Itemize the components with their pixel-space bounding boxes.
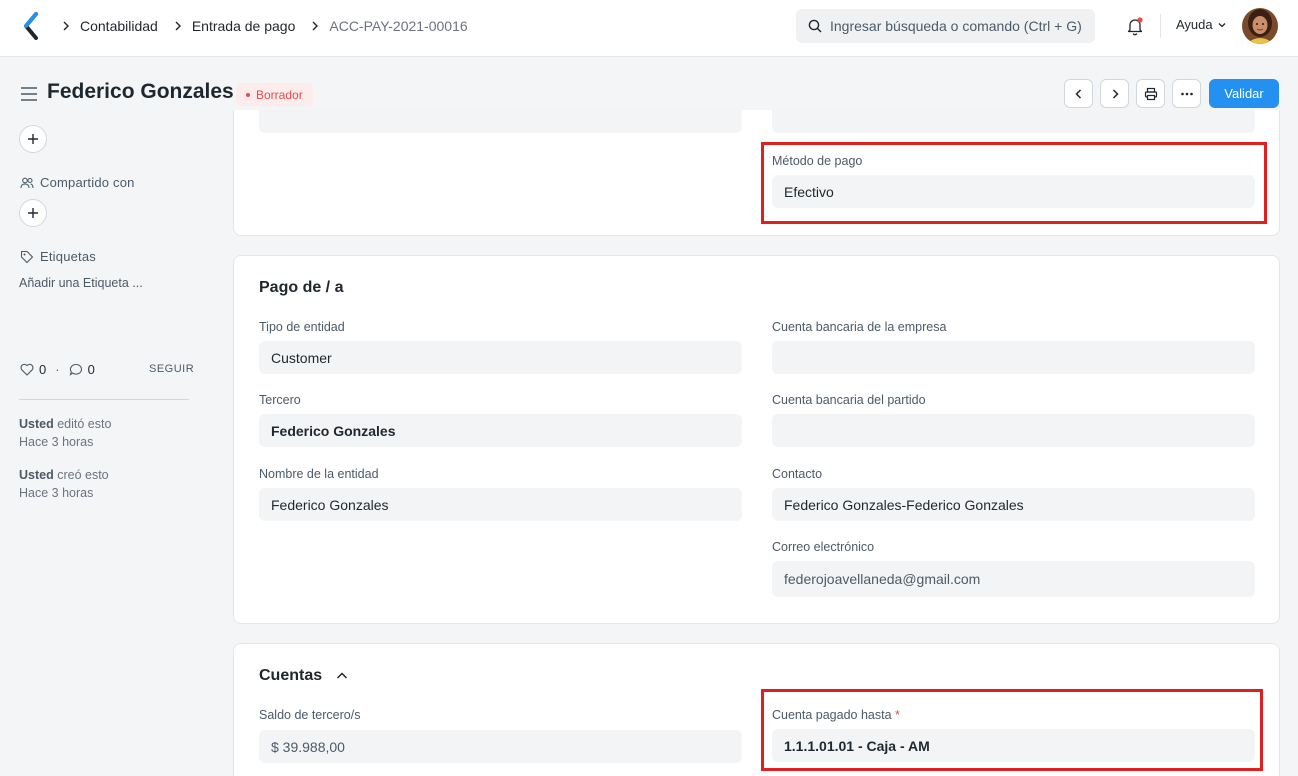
party-balance-field[interactable]: $ 39.988,00 [259,730,742,763]
tags-section: Etiquetas [20,249,96,264]
accounts-section-header[interactable]: Cuentas [259,667,348,685]
contact-label: Contacto [772,467,823,481]
engagement-counts: 0 · 0 [20,362,95,377]
breadcrumb: Contabilidad Entrada de pago ACC-PAY-202… [58,0,480,52]
breadcrumb-item[interactable]: Entrada de pago [170,18,308,34]
chevron-right-icon [312,21,319,31]
breadcrumb-item: ACC-PAY-2021-00016 [307,18,479,34]
tags-label: Etiquetas [40,249,97,264]
comments-count: 0 [87,362,95,377]
status-badge: Borrador [236,83,313,106]
scrolled-field-left[interactable] [259,110,742,133]
scrolled-field-right[interactable] [772,110,1255,133]
party-name-label: Nombre de la entidad [259,467,379,481]
help-dropdown[interactable]: Ayuda [1176,17,1227,32]
activity-time: Hace 3 horas [19,435,94,449]
search-placeholder: Ingresar búsqueda o comando (Ctrl + G) [830,18,1082,34]
follow-button[interactable]: SEGUIR [149,363,194,375]
add-share-button[interactable] [19,199,47,227]
activity-action: editó esto [57,417,112,431]
ellipsis-icon [1180,92,1193,95]
section-title: Pago de / a [259,279,344,296]
party-bank-account-label: Cuenta bancaria del partido [772,393,926,407]
help-label: Ayuda [1176,17,1213,32]
highlight-box [761,689,1263,771]
party-label: Tercero [259,393,301,407]
sidebar-divider [19,399,189,400]
chevron-right-icon [1112,88,1119,99]
shared-with-label: Compartido con [40,175,135,190]
user-avatar-icon [1242,8,1278,44]
navbar: Contabilidad Entrada de pago ACC-PAY-202… [0,0,1298,57]
search-input[interactable]: Ingresar búsqueda o comando (Ctrl + G) [796,9,1095,43]
heart-icon[interactable] [20,363,34,376]
counts-separator: · [55,362,60,377]
chevron-up-icon[interactable] [336,671,348,681]
activity-action: creó esto [57,468,109,482]
party-field[interactable]: Federico Gonzales [259,414,742,447]
email-label: Correo electrónico [772,540,875,554]
company-bank-account-field[interactable] [772,341,1255,374]
search-icon [808,19,822,33]
next-doc-button[interactable] [1100,79,1129,108]
activity-time: Hace 3 horas [19,486,94,500]
party-type-field[interactable]: Customer [259,341,742,374]
activity-user: Usted [19,468,54,482]
activity-item: Usted editó esto Hace 3 horas [19,415,111,451]
status-dot [246,92,250,97]
plus-icon [28,208,38,218]
status-badge-label: Borrador [256,87,303,102]
chevron-right-icon [63,21,69,31]
page-title: Federico Gonzales [47,80,234,103]
likes-count: 0 [39,362,47,377]
chevron-left-icon [1074,88,1081,99]
tag-icon [20,250,34,263]
users-icon [20,177,34,188]
contact-field[interactable]: Federico Gonzales-Federico Gonzales [772,488,1255,521]
breadcrumb-item[interactable]: Contabilidad [58,18,170,34]
add-assignment-button[interactable] [19,125,47,153]
app-logo-icon[interactable] [22,12,42,40]
breadcrumb-current-doc: ACC-PAY-2021-00016 [329,18,468,34]
shared-with-section: Compartido con [20,175,135,190]
more-actions-button[interactable] [1172,79,1201,108]
activity-item: Usted creó esto Hace 3 horas [19,466,109,502]
submit-button[interactable]: Validar [1209,79,1279,108]
highlight-box [761,142,1267,224]
comment-icon[interactable] [69,363,83,376]
company-bank-account-label: Cuenta bancaria de la empresa [772,320,947,334]
printer-icon [1144,87,1157,100]
add-tag-link[interactable]: Añadir una Etiqueta ... [19,276,143,290]
sidebar-toggle-icon[interactable] [20,86,38,102]
previous-doc-button[interactable] [1064,79,1093,108]
party-balance-label: Saldo de tercero/s [259,708,361,722]
form-sidebar: Compartido con Etiquetas Añadir una Etiq… [0,125,210,776]
avatar[interactable] [1242,8,1278,44]
breadcrumb-contabilidad[interactable]: Contabilidad [80,18,158,34]
notification-bell-icon[interactable] [1125,16,1145,36]
party-name-field[interactable]: Federico Gonzales [259,488,742,521]
chevron-down-icon [1218,22,1226,27]
party-bank-account-field[interactable] [772,414,1255,447]
party-type-label: Tipo de entidad [259,320,345,334]
breadcrumb-entrada-de-pago[interactable]: Entrada de pago [192,18,296,34]
party-section: Pago de / a Tipo de entidad Customer Ter… [233,255,1280,624]
section-title: Cuentas [259,667,323,684]
print-button[interactable] [1136,79,1165,108]
navbar-divider [1160,14,1161,38]
activity-user: Usted [19,417,54,431]
plus-icon [28,134,38,144]
chevron-right-icon [175,21,181,31]
email-field[interactable]: federojoavellaneda@gmail.com [772,561,1255,597]
